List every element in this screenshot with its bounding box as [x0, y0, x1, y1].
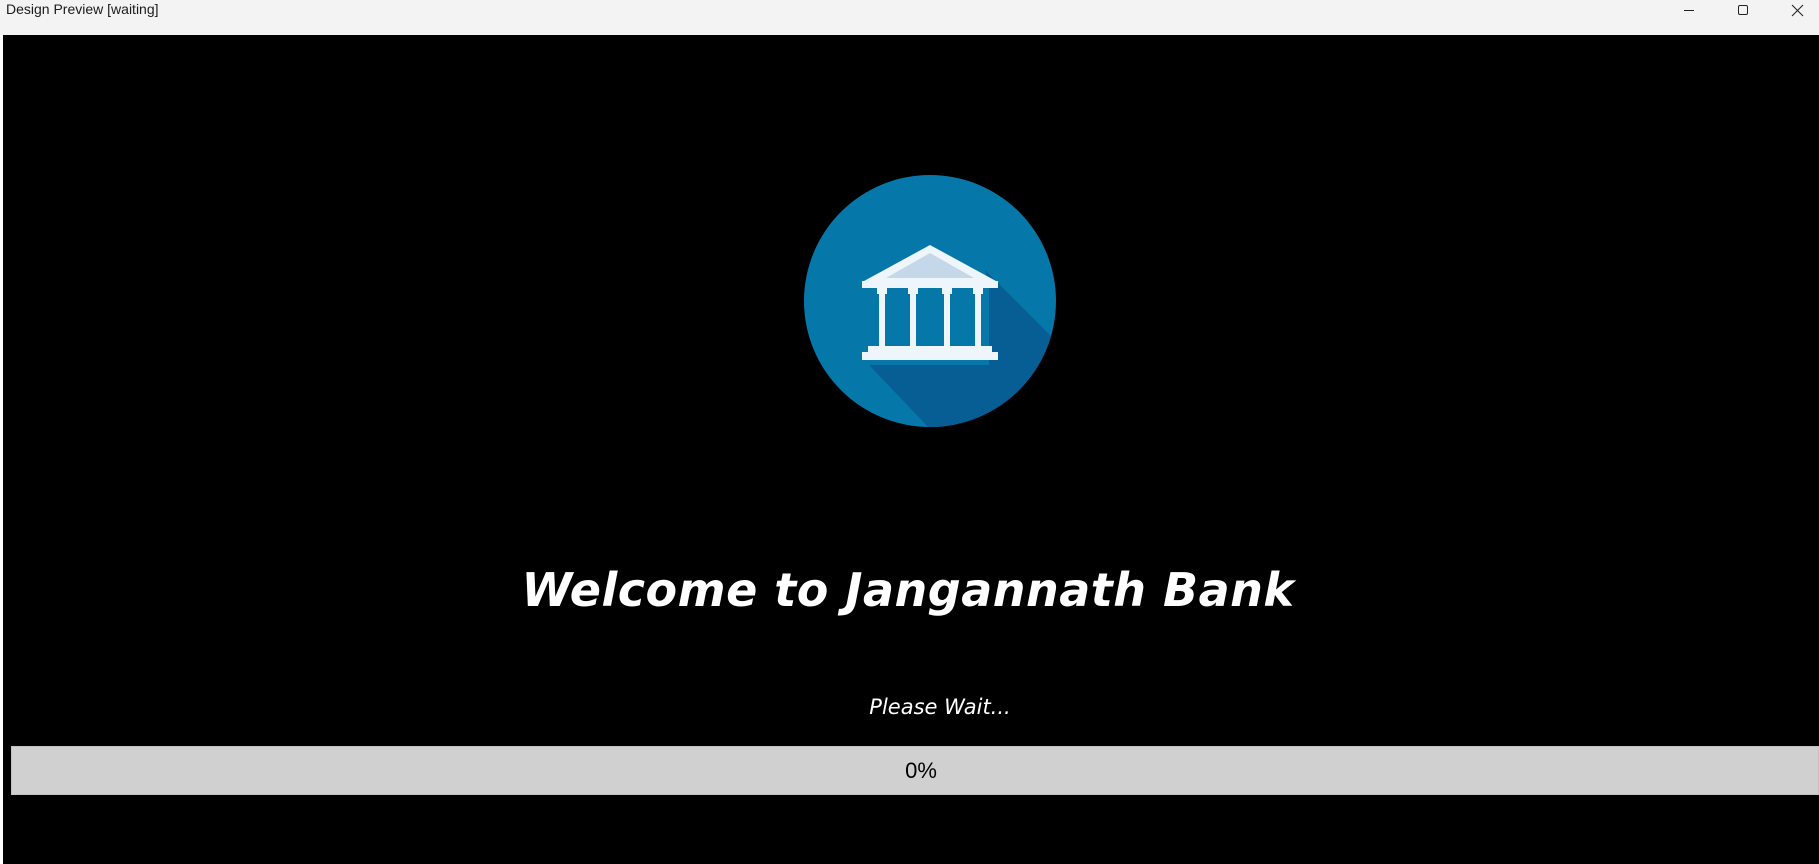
minimize-icon	[1683, 4, 1695, 16]
bank-logo	[804, 175, 1056, 427]
welcome-heading: Welcome to Jangannath Bank	[521, 563, 1295, 617]
progress-bar: 0%	[11, 746, 1819, 795]
app-window: Design Preview [waiting] Welcome to Jang…	[0, 0, 1819, 864]
minimize-button[interactable]	[1662, 0, 1716, 20]
window-title: Design Preview [waiting]	[6, 1, 159, 17]
close-button[interactable]	[1770, 0, 1819, 20]
bank-building-icon	[804, 175, 1056, 431]
maximize-icon	[1737, 4, 1749, 16]
progress-label: 0%	[905, 758, 937, 783]
close-icon	[1791, 4, 1804, 17]
maximize-button[interactable]	[1716, 0, 1770, 20]
splash-screen: Welcome to Jangannath Bank Please Wait..…	[3, 35, 1819, 864]
status-text: Please Wait...	[869, 695, 1011, 719]
title-bar[interactable]: Design Preview [waiting]	[0, 0, 1819, 35]
